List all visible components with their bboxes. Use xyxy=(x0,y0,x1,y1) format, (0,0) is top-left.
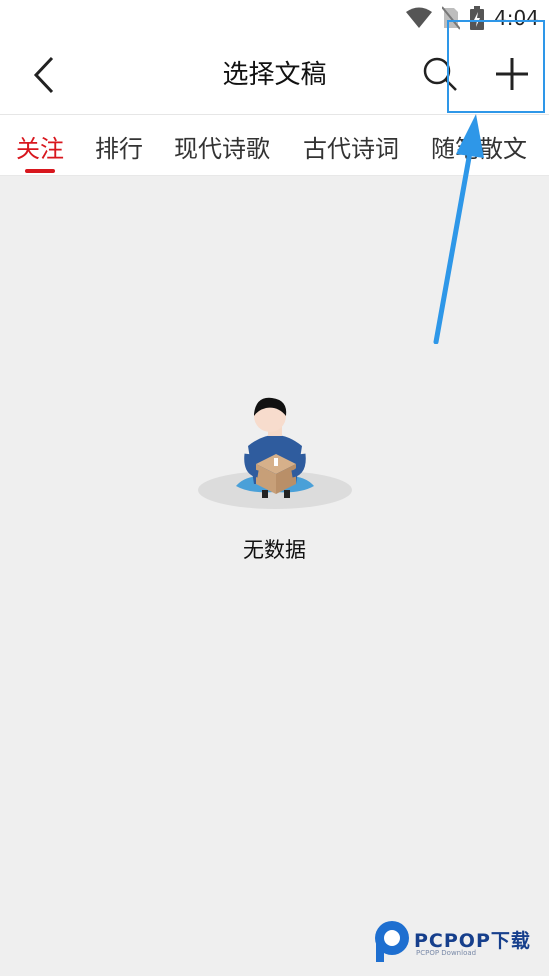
app-bar: 选择文稿 xyxy=(0,36,549,115)
search-button[interactable] xyxy=(420,54,460,94)
watermark-subtext: PCPOP Download xyxy=(416,949,477,957)
tab-follow[interactable]: 关注 xyxy=(16,129,64,164)
empty-state-text: 无数据 xyxy=(243,538,306,562)
tab-essays[interactable]: 随笔散文 xyxy=(431,129,527,164)
search-icon xyxy=(423,57,457,91)
add-button[interactable] xyxy=(490,52,534,96)
pcpop-logo-icon xyxy=(375,921,409,962)
tab-modern-poetry[interactable]: 现代诗歌 xyxy=(174,129,270,164)
status-icons: 4:04 xyxy=(406,6,539,30)
status-bar: 4:04 xyxy=(0,0,549,36)
watermark: PCPOP下载 PCPOP Download xyxy=(372,918,542,964)
no-sim-icon xyxy=(442,6,461,30)
page-title: 选择文稿 xyxy=(222,60,327,90)
wifi-icon xyxy=(406,7,433,28)
status-time: 4:04 xyxy=(494,6,539,30)
person-with-box-illustration xyxy=(198,397,352,509)
plus-icon xyxy=(496,58,528,90)
tab-ranking[interactable]: 排行 xyxy=(95,129,143,164)
tab-classical-poetry[interactable]: 古代诗词 xyxy=(303,129,399,164)
category-tabs: 关注 排行 现代诗歌 古代诗词 随笔散文 xyxy=(0,115,549,176)
active-tab-indicator xyxy=(25,169,55,173)
battery-charging-icon xyxy=(470,6,485,30)
